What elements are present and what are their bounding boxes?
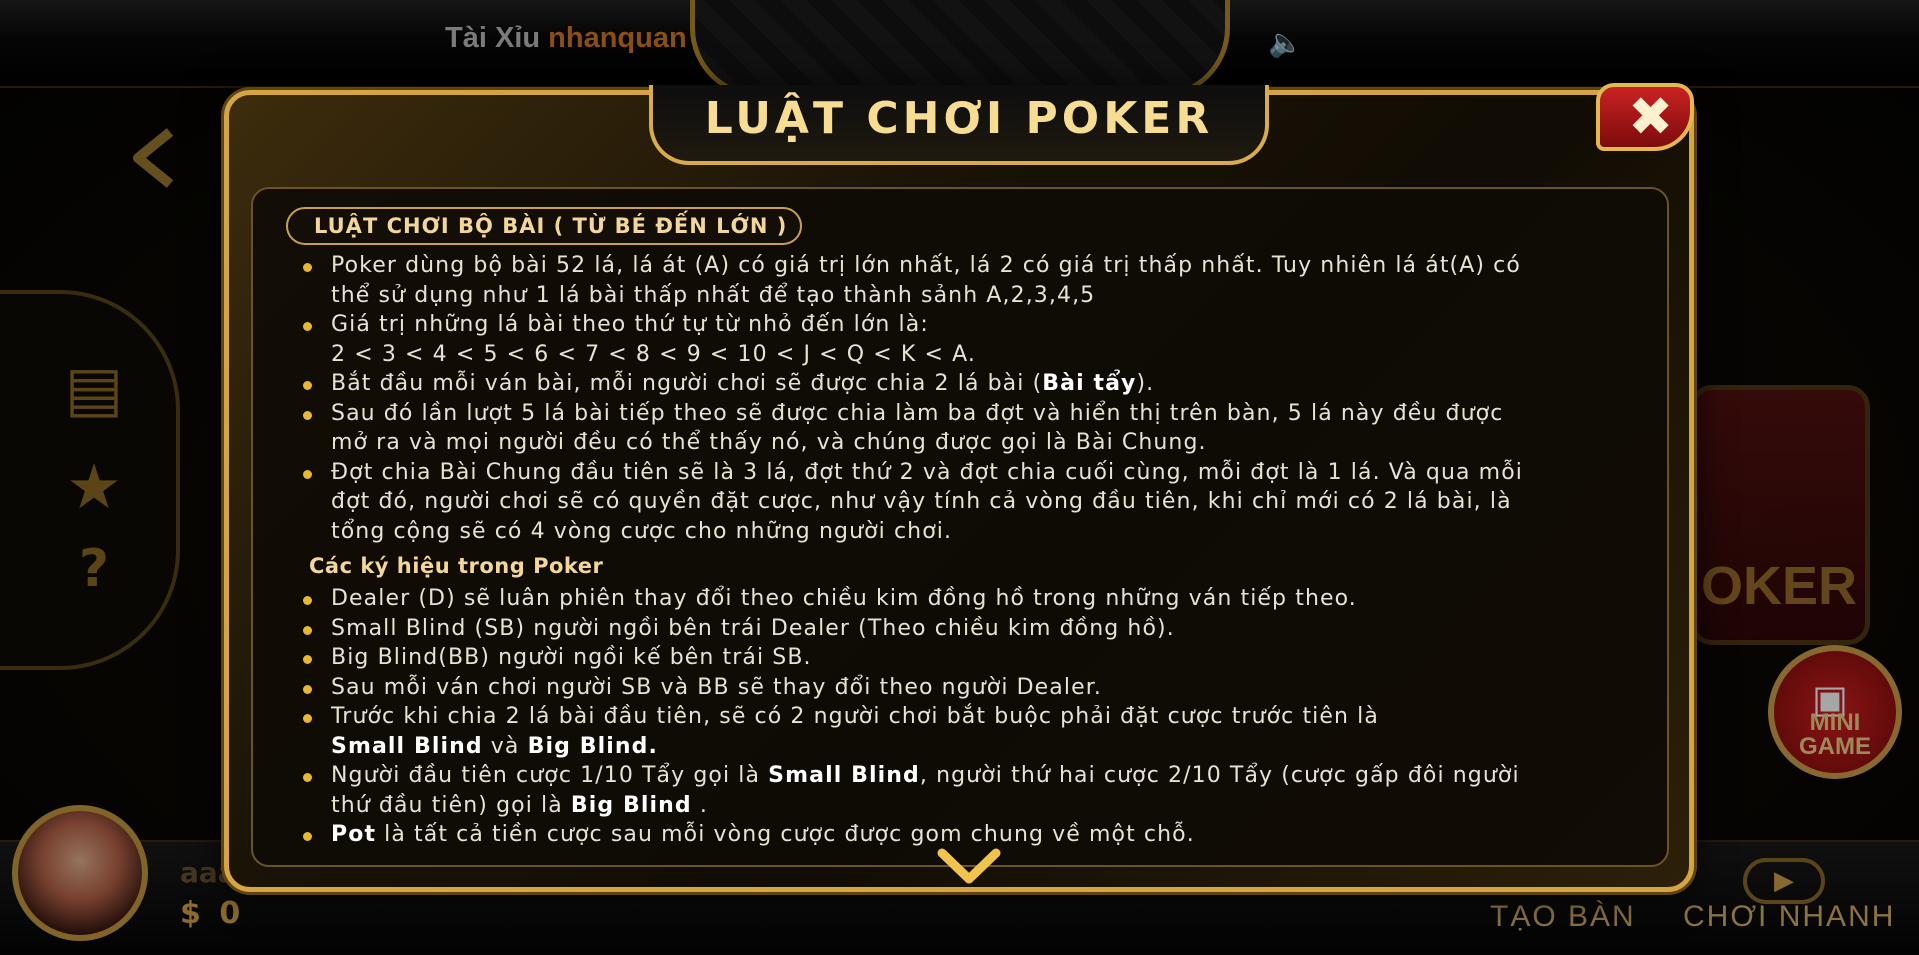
list-item: Bắt đầu mỗi ván bài, mỗi người chơi sẽ đ… xyxy=(299,369,1659,399)
list-item: Trước khi chia 2 lá bài đầu tiên, sẽ có … xyxy=(299,702,1659,761)
symbol-6-line-1: Người đầu tiên cược 1/10 Tẩy gọi là Smal… xyxy=(331,761,1659,791)
rules-content-panel[interactable]: LUẬT CHƠI BỘ BÀI ( TỪ BÉ ĐẾN LỚN ) Poker… xyxy=(251,187,1669,867)
list-item: Đợt chia Bài Chung đầu tiên sẽ là 3 lá, … xyxy=(299,458,1659,547)
symbol-1: Dealer (D) sẽ luân phiên thay đổi theo c… xyxy=(331,586,1357,611)
dialog-title: LUẬT CHƠI POKER xyxy=(704,93,1214,144)
symbol-6-line-2: thứ đầu tiên) gọi là Big Blind . xyxy=(331,791,1659,821)
symbol-6b-bold: Big Blind xyxy=(570,792,692,818)
rule-1-line-1: Poker dùng bộ bài 52 lá, lá át (A) có gi… xyxy=(331,253,1521,278)
symbol-4: Sau mỗi ván chơi người SB và BB sẽ thay … xyxy=(331,674,1102,700)
rule-3-bold: Bài tẩy xyxy=(1042,371,1137,396)
list-item: Người đầu tiên cược 1/10 Tẩy gọi là Smal… xyxy=(299,761,1659,820)
symbol-6b-end: . xyxy=(691,792,708,818)
close-button[interactable]: ✖ xyxy=(1596,83,1694,151)
rules-list: Poker dùng bộ bài 52 lá, lá át (A) có gi… xyxy=(299,251,1659,850)
symbol-2: Small Blind (SB) người ngồi bên trái Dea… xyxy=(331,615,1175,641)
rule-5-line-1: Đợt chia Bài Chung đầu tiên sẽ là 3 lá, … xyxy=(331,459,1523,485)
symbol-3: Big Blind(BB) người ngồi kế bên trái SB. xyxy=(331,645,812,670)
rule-3-end: ). xyxy=(1136,371,1155,396)
rules-dialog: LUẬT CHƠI POKER ✖ LUẬT CHƠI BỘ BÀI ( TỪ … xyxy=(224,83,1694,892)
rule-3-text: Bắt đầu mỗi ván bài, mỗi người chơi sẽ đ… xyxy=(331,371,1043,396)
section-title-card-rules: LUẬT CHƠI BỘ BÀI ( TỪ BÉ ĐẾN LỚN ) xyxy=(286,207,802,245)
symbol-7-text: là tất cả tiền cược sau mỗi vòng cược đư… xyxy=(376,822,1195,847)
list-item: Dealer (D) sẽ luân phiên thay đổi theo c… xyxy=(299,584,1659,614)
symbol-5-bold-2: Big Blind. xyxy=(527,733,658,759)
symbol-6-text: Người đầu tiên cược 1/10 Tẩy gọi là xyxy=(331,763,769,788)
close-icon: ✖ xyxy=(1628,85,1674,148)
rule-4-line-1: Sau đó lần lượt 5 lá bài tiếp theo sẽ đư… xyxy=(331,400,1504,426)
title-plate: LUẬT CHƠI POKER xyxy=(649,85,1269,165)
symbol-6-bold: Small Blind xyxy=(768,763,920,788)
list-item: Sau đó lần lượt 5 lá bài tiếp theo sẽ đư… xyxy=(299,399,1659,458)
section-title-symbols: Các ký hiệu trong Poker xyxy=(309,554,604,578)
symbol-5-line-1: Trước khi chia 2 lá bài đầu tiên, sẽ có … xyxy=(331,704,1379,729)
rule-4-line-2: mở ra và mọi người đều có thể thấy nó, v… xyxy=(331,430,1207,455)
rule-2-line-1: Giá trị những lá bài theo thứ tự từ nhỏ … xyxy=(331,312,929,337)
symbol-5-bold-1: Small Blind xyxy=(331,733,483,759)
list-item: Sau mỗi ván chơi người SB và BB sẽ thay … xyxy=(299,673,1659,703)
rule-5-line-3: tổng cộng sẽ có 4 vòng cược cho những ng… xyxy=(331,518,953,544)
scroll-down-icon[interactable] xyxy=(936,847,1002,887)
symbol-5-mid: và xyxy=(482,733,528,759)
rule-5-line-2: đợt đó, người chơi sẽ có quyền đặt cược,… xyxy=(331,489,1512,514)
symbol-6-end: , người thứ hai cược 2/10 Tẩy (cược gấp … xyxy=(919,763,1520,788)
list-item: Giá trị những lá bài theo thứ tự từ nhỏ … xyxy=(299,310,1659,369)
poker-lobby: Tài Xỉu nhanquan 🔈 ▤ ★ ? OKER ▣ MINI GAM… xyxy=(0,0,1919,955)
symbol-6b-text: thứ đầu tiên) gọi là xyxy=(331,792,571,818)
rule-2-line-2: 2 < 3 < 4 < 5 < 6 < 7 < 8 < 9 < 10 < J <… xyxy=(331,341,976,367)
list-item: Pot là tất cả tiền cược sau mỗi vòng cượ… xyxy=(299,820,1659,850)
list-item: Big Blind(BB) người ngồi kế bên trái SB. xyxy=(299,643,1659,673)
list-item: Poker dùng bộ bài 52 lá, lá át (A) có gi… xyxy=(299,251,1659,310)
list-item: Small Blind (SB) người ngồi bên trái Dea… xyxy=(299,614,1659,644)
rule-1-line-2: thể sử dụng như 1 lá bài thấp nhất để tạ… xyxy=(331,282,1096,308)
symbol-5-line-2: Small Blind và Big Blind. xyxy=(331,732,1659,762)
symbol-7-bold: Pot xyxy=(331,822,377,847)
